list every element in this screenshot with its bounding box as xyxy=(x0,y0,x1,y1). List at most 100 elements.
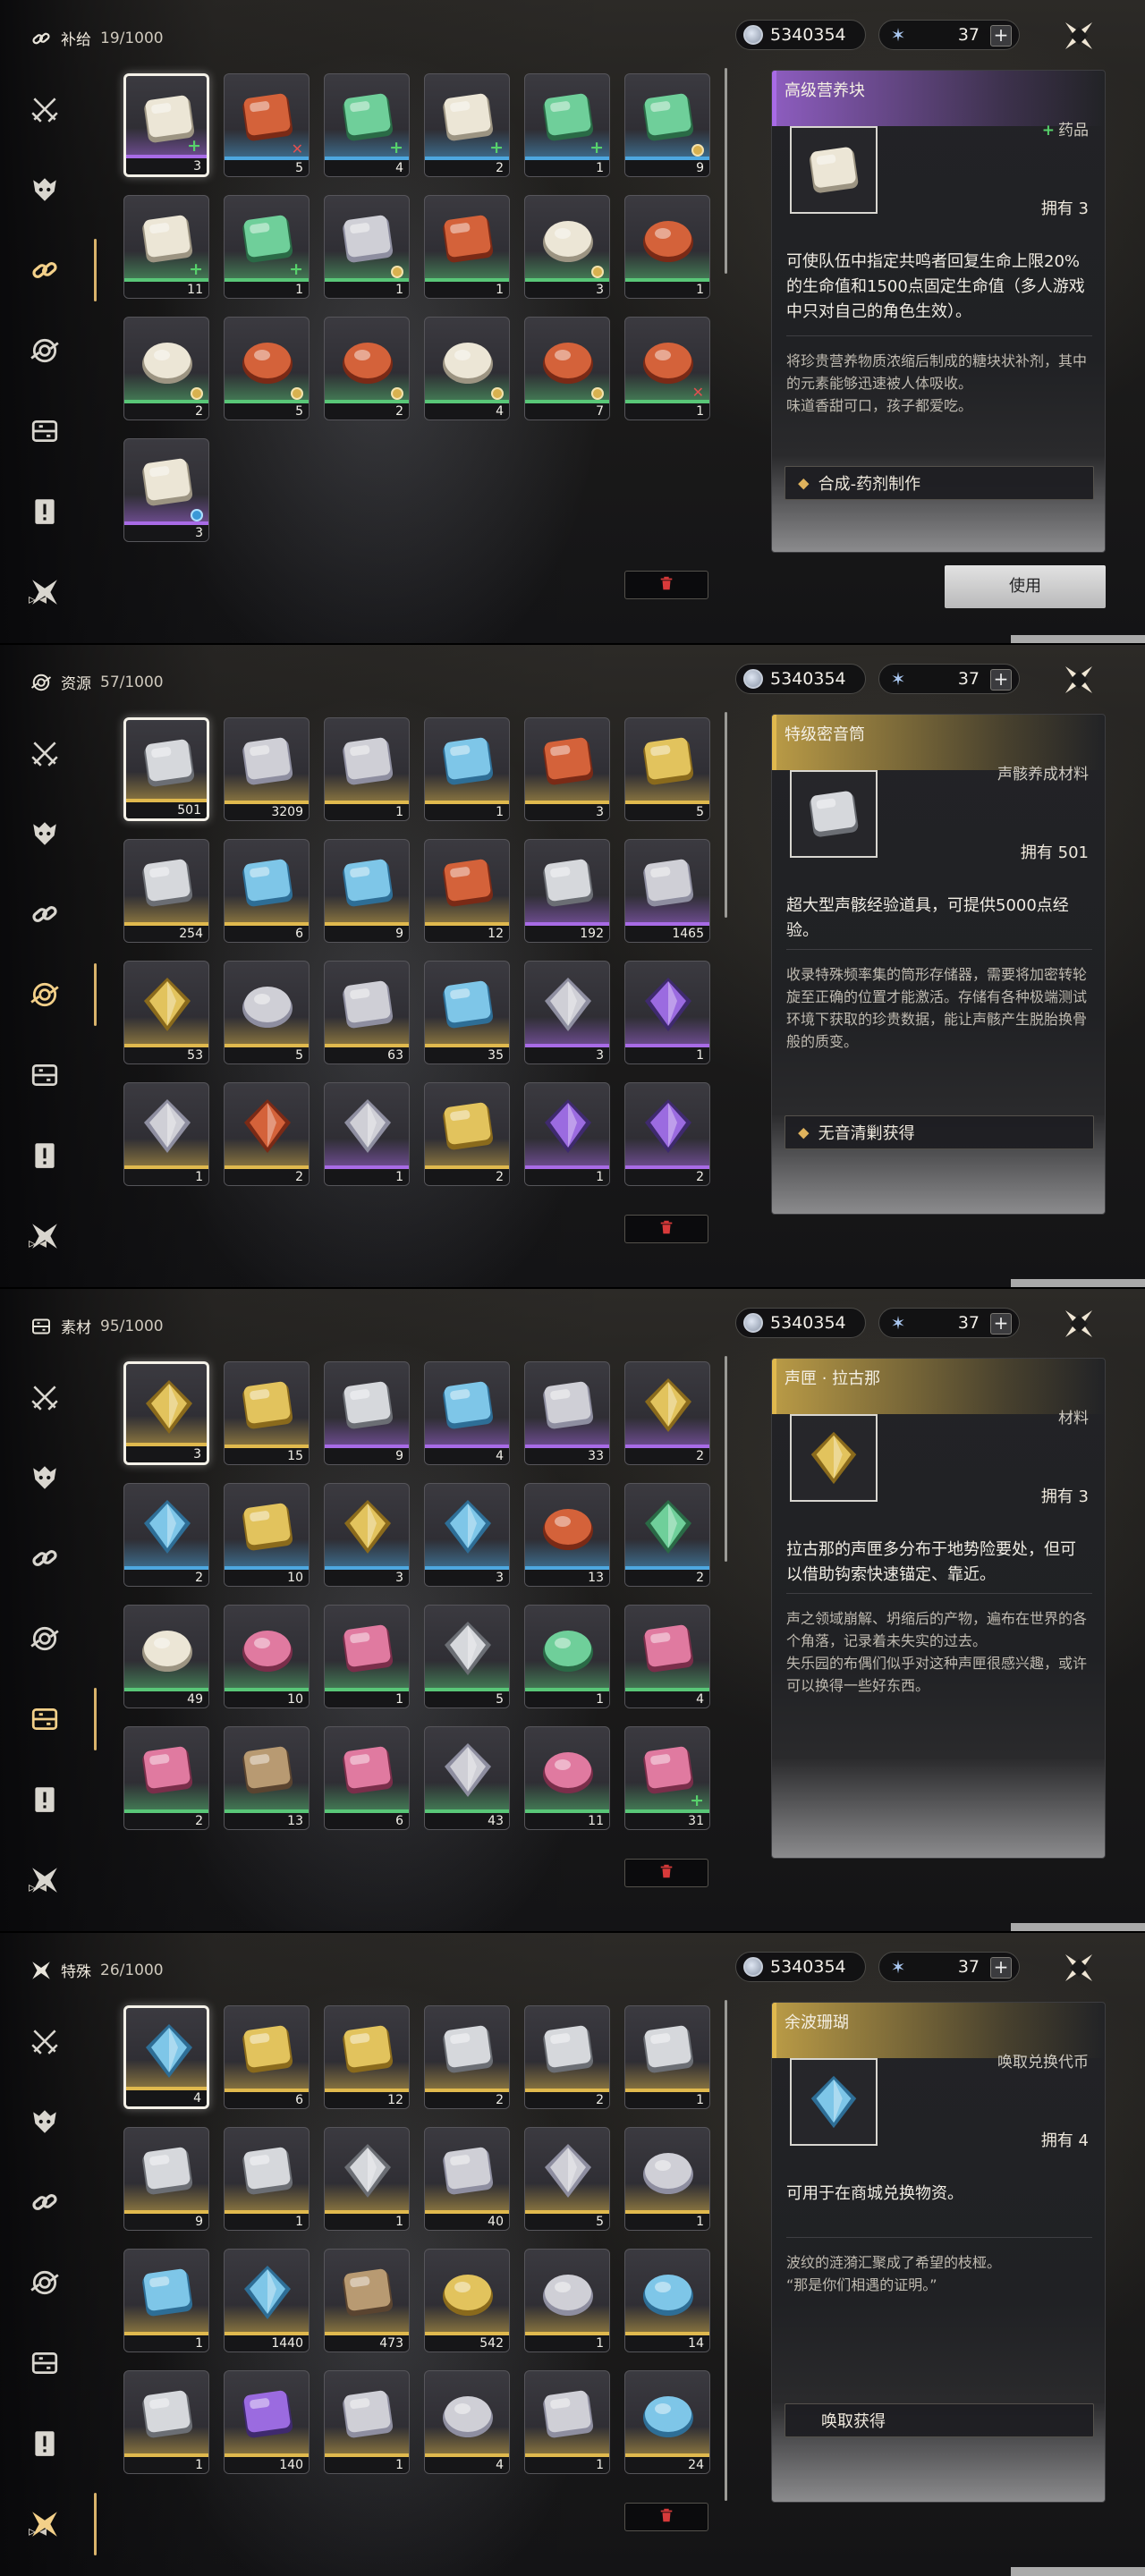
item-slot[interactable]: 1 xyxy=(123,1082,209,1186)
sidebar-alert-icon[interactable] xyxy=(25,1780,64,1819)
item-slot[interactable]: 3 xyxy=(123,438,209,542)
item-slot[interactable]: 1 xyxy=(224,2127,310,2231)
sidebar-link-icon[interactable] xyxy=(25,1538,64,1578)
item-slot[interactable]: 6 xyxy=(224,2005,310,2109)
item-slot[interactable]: 1440 xyxy=(224,2249,310,2352)
item-slot[interactable]: 3 xyxy=(324,1483,410,1587)
sidebar-target-icon[interactable] xyxy=(25,331,64,370)
item-slot[interactable]: 40 xyxy=(424,2127,510,2231)
grid-scrollbar[interactable] xyxy=(725,2000,727,2501)
item-slot[interactable]: 1 xyxy=(524,2370,610,2474)
grid-scrollbar[interactable] xyxy=(725,68,727,274)
sidebar-box-icon[interactable] xyxy=(25,1699,64,1739)
item-slot[interactable]: 542 xyxy=(424,2249,510,2352)
item-slot[interactable]: 35 xyxy=(424,961,510,1064)
item-slot[interactable]: 5 xyxy=(224,317,310,420)
item-slot[interactable]: 1 xyxy=(524,1082,610,1186)
grid-scrollbar[interactable] xyxy=(725,712,727,918)
item-slot[interactable]: 2 xyxy=(424,2005,510,2109)
item-slot[interactable]: 1 xyxy=(324,2127,410,2231)
item-source-link[interactable]: ⬥ 无音清剿获得 xyxy=(785,1115,1094,1149)
sidebar-swords-icon[interactable] xyxy=(25,733,64,773)
close-icon[interactable] xyxy=(1063,1952,1095,1984)
item-slot[interactable]: 3 xyxy=(524,195,610,299)
item-slot[interactable]: 43 xyxy=(424,1726,510,1830)
delete-button[interactable] xyxy=(624,2503,708,2531)
item-slot[interactable]: 1 xyxy=(524,1605,610,1708)
sidebar-mask-icon[interactable] xyxy=(25,1458,64,1497)
add-stamina-button[interactable]: + xyxy=(990,669,1012,691)
item-slot[interactable]: 1 xyxy=(424,717,510,821)
item-slot[interactable]: ✕ 1 xyxy=(624,317,710,420)
item-slot[interactable]: 2 xyxy=(123,317,209,420)
delete-button[interactable] xyxy=(624,1215,708,1243)
item-slot[interactable]: 10 xyxy=(224,1605,310,1708)
item-slot[interactable]: 11 xyxy=(524,1726,610,1830)
item-slot[interactable]: 9 xyxy=(324,839,410,943)
item-slot[interactable]: 9 xyxy=(123,2127,209,2231)
item-slot[interactable]: 254 xyxy=(123,839,209,943)
item-slot[interactable]: 3 xyxy=(424,1483,510,1587)
item-slot[interactable]: 2 xyxy=(224,1082,310,1186)
item-slot[interactable]: 9 xyxy=(624,73,710,177)
item-slot[interactable]: 13 xyxy=(224,1726,310,1830)
sidebar-swords-icon[interactable] xyxy=(25,89,64,129)
item-slot[interactable]: 140 xyxy=(224,2370,310,2474)
sidebar-collapse-icon[interactable]: ▹◂ xyxy=(29,2522,50,2539)
item-slot[interactable]: 501 xyxy=(123,717,209,821)
item-slot[interactable]: 5 xyxy=(624,717,710,821)
sidebar-swords-icon[interactable] xyxy=(25,2021,64,2061)
item-slot[interactable]: 3 xyxy=(123,1361,209,1465)
sidebar-target-icon[interactable] xyxy=(25,1619,64,1658)
item-slot[interactable]: + 3 xyxy=(123,73,209,177)
item-slot[interactable]: 1 xyxy=(624,961,710,1064)
item-slot[interactable]: 2 xyxy=(424,1082,510,1186)
close-icon[interactable] xyxy=(1063,1308,1095,1340)
item-slot[interactable]: + 1 xyxy=(524,73,610,177)
item-slot[interactable]: + 1 xyxy=(224,195,310,299)
sidebar-collapse-icon[interactable]: ▹◂ xyxy=(29,590,50,607)
item-slot[interactable]: 24 xyxy=(624,2370,710,2474)
sidebar-target-icon[interactable] xyxy=(25,2263,64,2302)
sidebar-collapse-icon[interactable]: ▹◂ xyxy=(29,1878,50,1895)
sidebar-link-icon[interactable] xyxy=(25,894,64,934)
item-slot[interactable]: + 4 xyxy=(324,73,410,177)
item-slot[interactable]: 1 xyxy=(524,2249,610,2352)
item-slot[interactable]: 15 xyxy=(224,1361,310,1465)
item-slot[interactable]: 1 xyxy=(123,2370,209,2474)
item-slot[interactable]: 1 xyxy=(424,195,510,299)
item-slot[interactable]: 2 xyxy=(524,2005,610,2109)
sidebar-mask-icon[interactable] xyxy=(25,2102,64,2141)
item-slot[interactable]: ✕ 5 xyxy=(224,73,310,177)
item-slot[interactable]: 1 xyxy=(624,2005,710,2109)
sidebar-alert-icon[interactable] xyxy=(25,492,64,531)
item-slot[interactable]: 2 xyxy=(324,317,410,420)
sidebar-link-icon[interactable] xyxy=(25,250,64,290)
item-slot[interactable]: 1 xyxy=(324,1605,410,1708)
item-slot[interactable]: 2 xyxy=(624,1361,710,1465)
add-stamina-button[interactable]: + xyxy=(990,1957,1012,1979)
grid-scrollbar[interactable] xyxy=(725,1356,727,1562)
sidebar-box-icon[interactable] xyxy=(25,1055,64,1095)
item-slot[interactable]: 1 xyxy=(624,2127,710,2231)
item-slot[interactable]: 1 xyxy=(624,195,710,299)
item-slot[interactable]: 3 xyxy=(524,717,610,821)
sidebar-swords-icon[interactable] xyxy=(25,1377,64,1417)
item-slot[interactable]: 2 xyxy=(123,1726,209,1830)
sidebar-mask-icon[interactable] xyxy=(25,814,64,853)
item-slot[interactable]: 14 xyxy=(624,2249,710,2352)
item-slot[interactable]: + 11 xyxy=(123,195,209,299)
sidebar-alert-icon[interactable] xyxy=(25,2424,64,2463)
sidebar-collapse-icon[interactable]: ▹◂ xyxy=(29,1234,50,1251)
item-slot[interactable]: 192 xyxy=(524,839,610,943)
item-slot[interactable]: 2 xyxy=(624,1483,710,1587)
item-slot[interactable]: 1 xyxy=(324,195,410,299)
item-slot[interactable]: 10 xyxy=(224,1483,310,1587)
sidebar-mask-icon[interactable] xyxy=(25,170,64,209)
add-stamina-button[interactable]: + xyxy=(990,1313,1012,1335)
item-source-link[interactable]: 唤取获得 xyxy=(785,2403,1094,2437)
item-slot[interactable]: 12 xyxy=(324,2005,410,2109)
item-slot[interactable]: 5 xyxy=(524,2127,610,2231)
item-slot[interactable]: 4 xyxy=(424,317,510,420)
sidebar-alert-icon[interactable] xyxy=(25,1136,64,1175)
